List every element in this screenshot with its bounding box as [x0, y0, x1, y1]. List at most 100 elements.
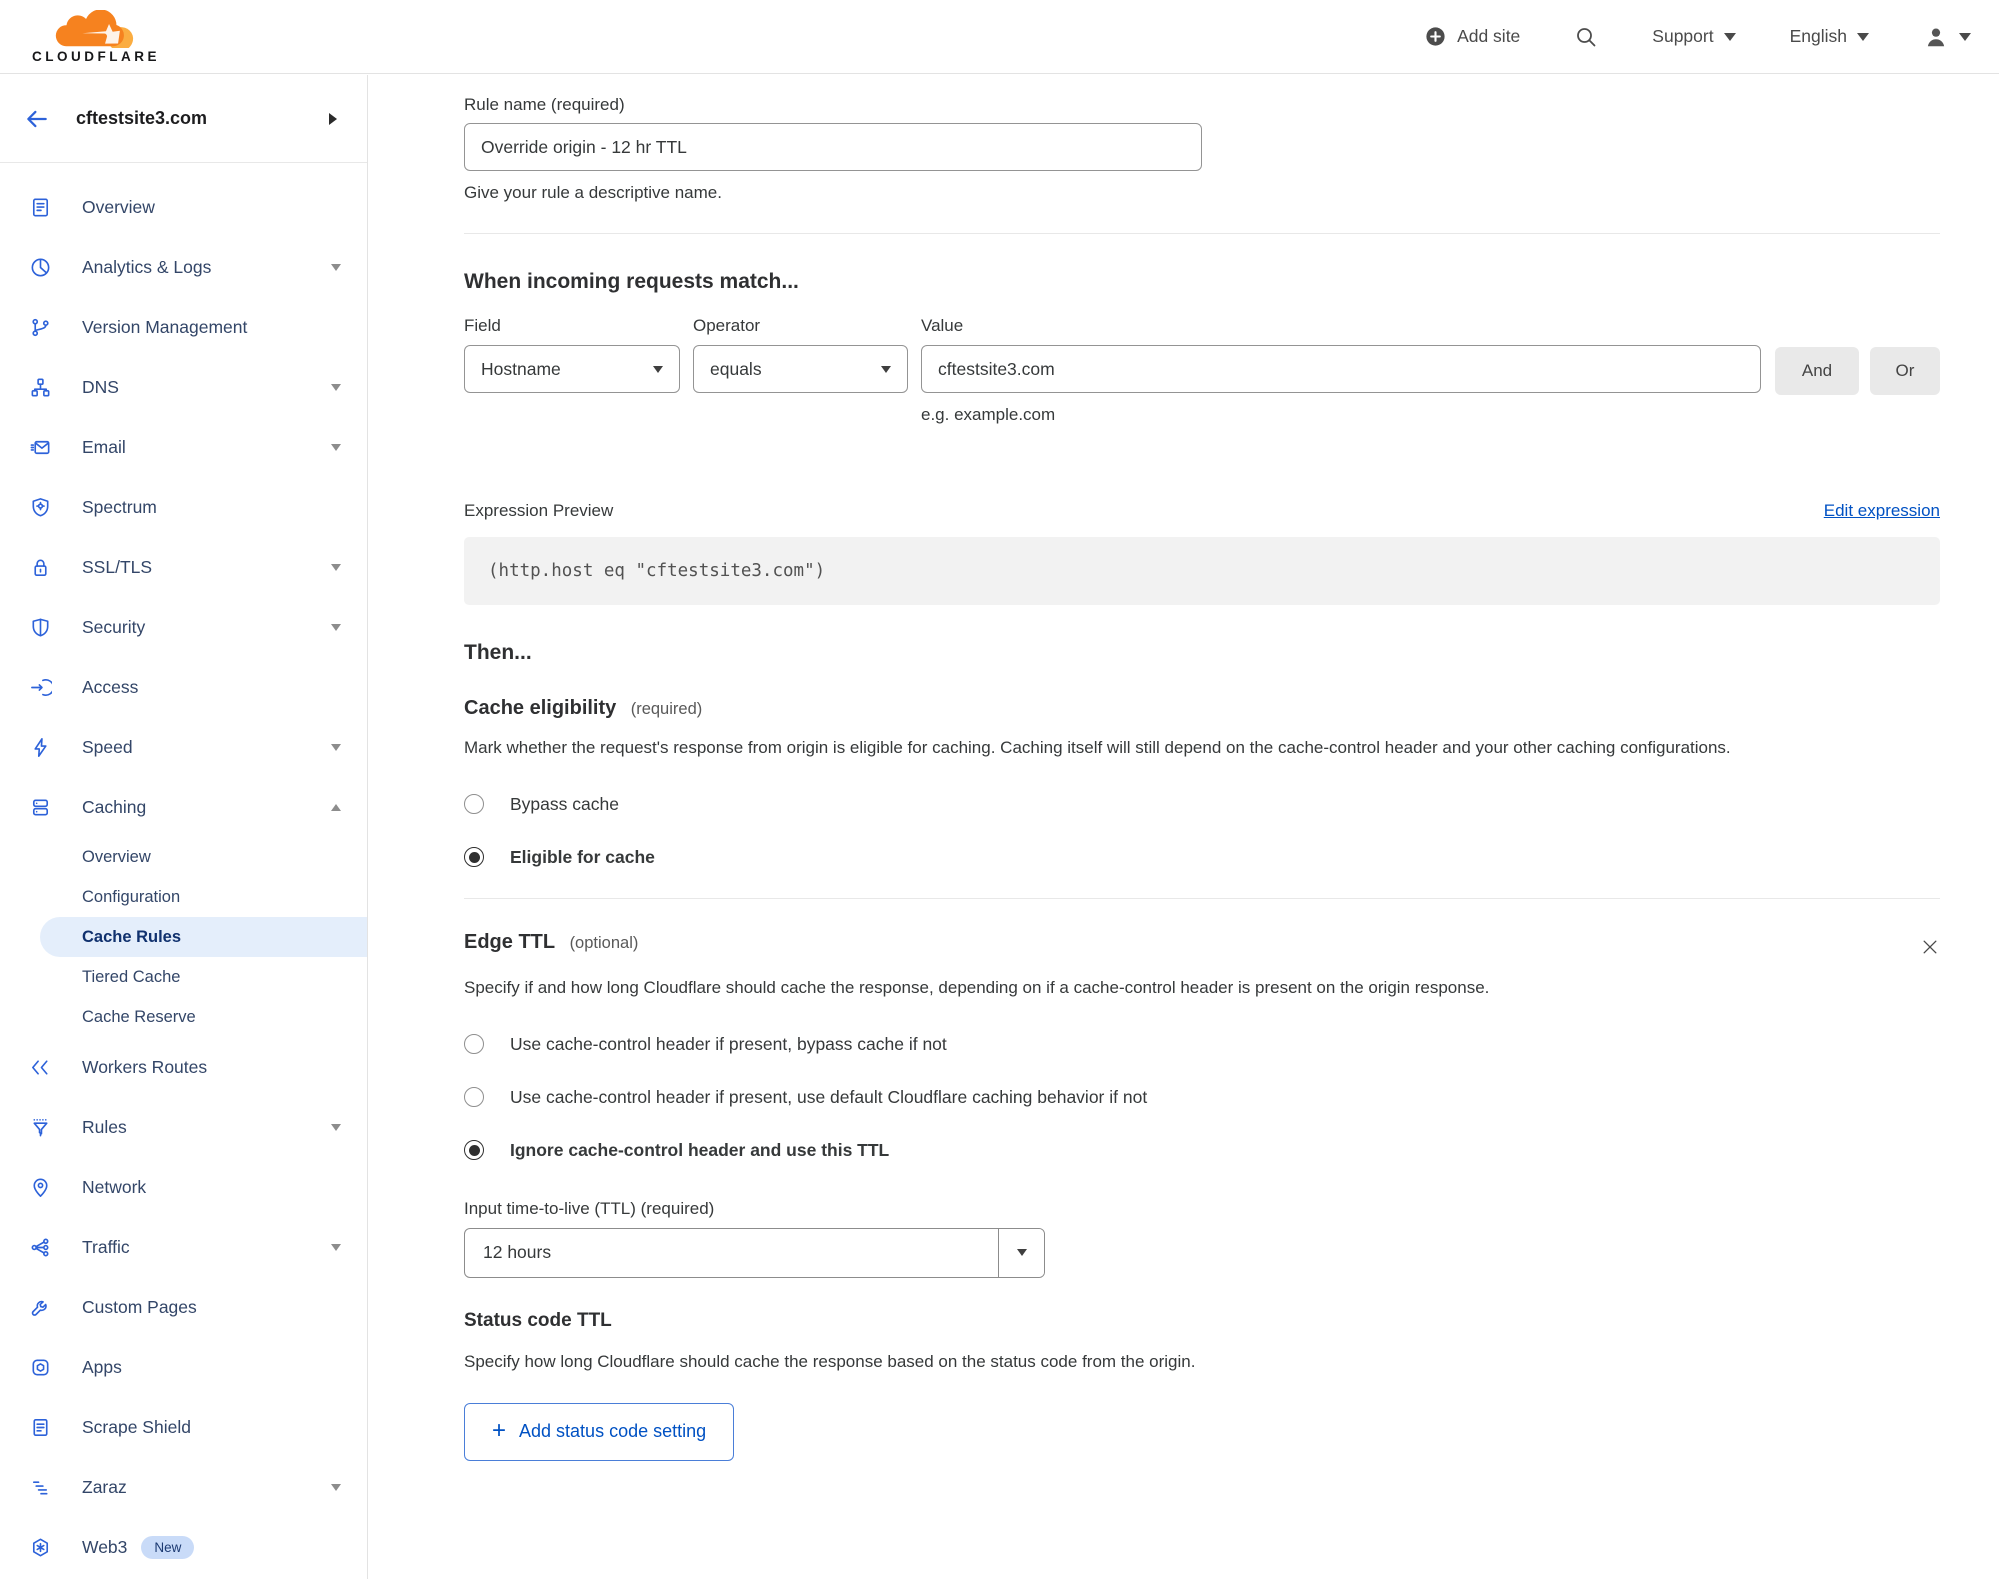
sidebar-item-spectrum[interactable]: Spectrum [0, 477, 367, 537]
value-help: e.g. example.com [921, 405, 1056, 424]
sidebar-item-traffic[interactable]: Traffic [0, 1217, 367, 1277]
divider [464, 897, 1940, 899]
add-site-button[interactable]: Add site [1424, 25, 1520, 48]
sidebar-item-email[interactable]: Email [0, 417, 367, 477]
operator-select[interactable]: equals [693, 345, 908, 393]
language-menu[interactable]: English [1790, 26, 1869, 47]
radio-selected-icon[interactable] [464, 847, 484, 868]
add-site-label: Add site [1457, 26, 1521, 46]
cache-eligibility-description: Mark whether the request's response from… [464, 738, 1731, 757]
add-status-code-button[interactable]: + Add status code setting [464, 1402, 735, 1461]
sidebar-item-scrape-shield[interactable]: Scrape Shield [0, 1397, 367, 1457]
shield-icon [28, 616, 52, 639]
field-select[interactable]: Hostname [464, 345, 680, 393]
stacked-bars-icon [28, 1476, 52, 1499]
sidebar-subitem-caching-overview[interactable]: Overview [0, 837, 367, 877]
sidebar-item-label: Speed [82, 736, 133, 757]
login-arrow-icon [28, 676, 52, 699]
operator-select-value: equals [710, 358, 762, 379]
sidebar-item-network[interactable]: Network [0, 1157, 367, 1217]
sidebar-item-label: Scrape Shield [82, 1416, 191, 1437]
site-header: cftestsite3.com [0, 75, 367, 163]
radio-selected-icon[interactable] [464, 1140, 484, 1161]
radio-label: Use cache-control header if present, byp… [510, 1033, 947, 1054]
sidebar-subitem-cache-rules[interactable]: Cache Rules [40, 917, 367, 957]
ttl-select[interactable]: 12 hours [464, 1227, 1045, 1278]
code-brackets-icon [28, 1056, 52, 1079]
sidebar-subitem-tiered-cache[interactable]: Tiered Cache [0, 957, 367, 997]
sidebar-item-label: Custom Pages [82, 1296, 197, 1317]
chevron-down-icon [331, 383, 341, 391]
chevron-down-icon [1959, 32, 1971, 41]
sidebar-item-caching[interactable]: Caching [0, 777, 367, 837]
sidebar-item-label: Rules [82, 1116, 127, 1137]
chevron-down-icon [1016, 1249, 1027, 1257]
radio-icon[interactable] [464, 1087, 484, 1108]
match-value-input[interactable] [921, 345, 1761, 393]
sidebar-subitem-cache-reserve[interactable]: Cache Reserve [0, 997, 367, 1037]
sidebar: cftestsite3.com Overview Analytics & Log… [0, 75, 368, 1579]
radio-cache-control-default[interactable]: Use cache-control header if present, use… [464, 1087, 1940, 1108]
expression-code: (http.host eq "cftestsite3.com") [488, 561, 826, 581]
sidebar-item-label: Analytics & Logs [82, 256, 212, 277]
edge-ttl-description: Specify if and how long Cloudflare shoul… [464, 977, 1490, 997]
or-button[interactable]: Or [1870, 347, 1940, 395]
dropdown-arrow-button[interactable] [998, 1228, 1044, 1277]
chevron-down-icon [881, 365, 891, 373]
edge-ttl-heading: Edge TTL [464, 930, 556, 953]
required-note: (required) [630, 700, 703, 718]
chevron-up-icon [331, 803, 341, 811]
sidebar-item-label: Apps [82, 1356, 122, 1377]
radio-bypass-cache[interactable]: Bypass cache [464, 794, 1940, 815]
envelope-icon [28, 436, 52, 459]
sidebar-item-label: Traffic [82, 1236, 130, 1257]
sidebar-subitem-configuration[interactable]: Configuration [0, 877, 367, 917]
search-icon[interactable] [1574, 25, 1598, 49]
sidebar-item-zaraz[interactable]: Zaraz [0, 1457, 367, 1517]
match-row: Field Hostname Operator equals Value e.g… [464, 316, 1940, 425]
radio-icon[interactable] [464, 794, 484, 815]
sidebar-item-ssl-tls[interactable]: SSL/TLS [0, 537, 367, 597]
app-box-icon [28, 1356, 52, 1379]
sidebar-item-dns[interactable]: DNS [0, 357, 367, 417]
and-button[interactable]: And [1775, 347, 1859, 395]
shield-gear-icon [28, 496, 52, 519]
expression-code-block: (http.host eq "cftestsite3.com") [464, 537, 1940, 605]
sidebar-item-access[interactable]: Access [0, 657, 367, 717]
close-icon[interactable] [1920, 937, 1940, 962]
support-menu[interactable]: Support [1652, 26, 1736, 47]
site-switcher-icon[interactable] [329, 112, 337, 125]
cloudflare-cloud-icon [55, 9, 134, 48]
sidebar-nav: Overview Analytics & Logs Version Manage… [0, 163, 367, 1577]
sidebar-item-speed[interactable]: Speed [0, 717, 367, 777]
sidebar-item-web3[interactable]: Web3 New [0, 1517, 367, 1577]
top-bar: CLOUDFLARE Add site Support English [0, 0, 1999, 74]
wrench-icon [28, 1296, 52, 1319]
sidebar-item-analytics-logs[interactable]: Analytics & Logs [0, 237, 367, 297]
rule-name-input[interactable] [464, 123, 1202, 171]
radio-icon[interactable] [464, 1034, 484, 1055]
account-menu[interactable] [1923, 24, 1971, 50]
chevron-down-icon [331, 1483, 341, 1491]
sidebar-item-label: Access [82, 676, 139, 697]
radio-eligible-for-cache[interactable]: Eligible for cache [464, 847, 1940, 868]
sidebar-item-security[interactable]: Security [0, 597, 367, 657]
sidebar-item-version-management[interactable]: Version Management [0, 297, 367, 357]
sidebar-item-label: Overview [82, 196, 155, 217]
chevron-down-icon [1723, 32, 1736, 41]
radio-ignore-cache-control[interactable]: Ignore cache-control header and use this… [464, 1140, 1940, 1161]
back-arrow-icon[interactable] [24, 106, 50, 132]
lightning-icon [28, 736, 52, 759]
cache-eligibility-heading: Cache eligibility [464, 697, 617, 719]
chevron-down-icon [331, 263, 341, 271]
sidebar-item-overview[interactable]: Overview [0, 177, 367, 237]
sidebar-item-rules[interactable]: Rules [0, 1097, 367, 1157]
ttl-input-label: Input time-to-live (TTL) (required) [464, 1198, 715, 1218]
sidebar-item-apps[interactable]: Apps [0, 1337, 367, 1397]
sidebar-item-workers-routes[interactable]: Workers Routes [0, 1037, 367, 1097]
radio-cache-control-bypass[interactable]: Use cache-control header if present, byp… [464, 1034, 1940, 1055]
cloudflare-logo[interactable]: CLOUDFLARE [16, 9, 176, 64]
sidebar-item-custom-pages[interactable]: Custom Pages [0, 1277, 367, 1337]
edit-expression-link[interactable]: Edit expression [1824, 501, 1940, 521]
sidebar-item-label: Caching [82, 796, 147, 817]
